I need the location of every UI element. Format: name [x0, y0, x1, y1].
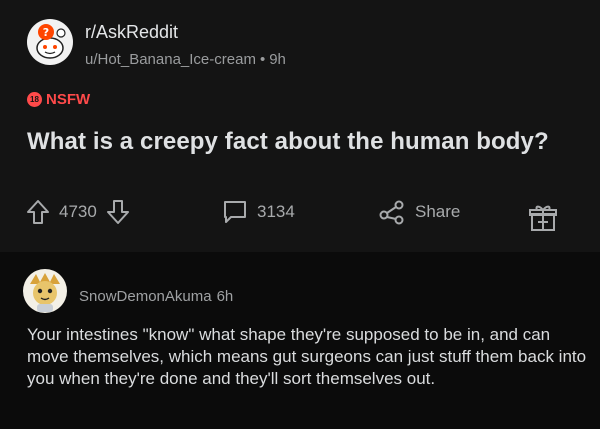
- user-avatar-icon[interactable]: [22, 268, 68, 314]
- comment-icon: [222, 199, 248, 225]
- nsfw-badge-icon: 18: [27, 92, 42, 107]
- post-title[interactable]: What is a creepy fact about the human bo…: [27, 128, 549, 156]
- comment-text: Your intestines "know" what shape they'r…: [27, 325, 587, 388]
- award-icon[interactable]: [528, 203, 558, 238]
- comments-button[interactable]: 3134: [222, 199, 295, 225]
- nsfw-tag: 18 NSFW: [27, 91, 90, 108]
- upvote-count: 4730: [59, 202, 97, 221]
- svg-text:?: ?: [43, 26, 49, 39]
- post-age: 9h: [269, 51, 286, 68]
- post-byline: u/Hot_Banana_Ice-cream • 9h: [85, 51, 286, 68]
- share-label: Share: [415, 202, 461, 221]
- subreddit-name[interactable]: r/AskReddit: [85, 22, 178, 43]
- comment-author[interactable]: SnowDemonAkuma: [79, 288, 212, 305]
- post-author[interactable]: u/Hot_Banana_Ice-cream: [85, 51, 256, 68]
- share-button[interactable]: Share: [378, 199, 460, 225]
- post-action-bar: 4730 3134 Share: [0, 195, 600, 241]
- upvote-icon[interactable]: [26, 199, 50, 225]
- comment-age: 6h: [216, 288, 234, 305]
- downvote-icon[interactable]: [106, 199, 130, 225]
- byline-separator: •: [259, 51, 266, 68]
- comment-byline: SnowDemonAkuma 6h: [79, 288, 233, 305]
- comment-count: 3134: [257, 202, 295, 221]
- share-icon: [378, 199, 406, 225]
- vote-control: 4730: [26, 199, 130, 225]
- comment-card: SnowDemonAkuma 6h Your intestines "know" …: [0, 252, 600, 429]
- subreddit-avatar-icon[interactable]: ?: [26, 18, 74, 66]
- post-card: ? r/AskReddit u/Hot_Banana_Ice-cream • 9h …: [0, 0, 600, 252]
- nsfw-label: NSFW: [46, 91, 91, 108]
